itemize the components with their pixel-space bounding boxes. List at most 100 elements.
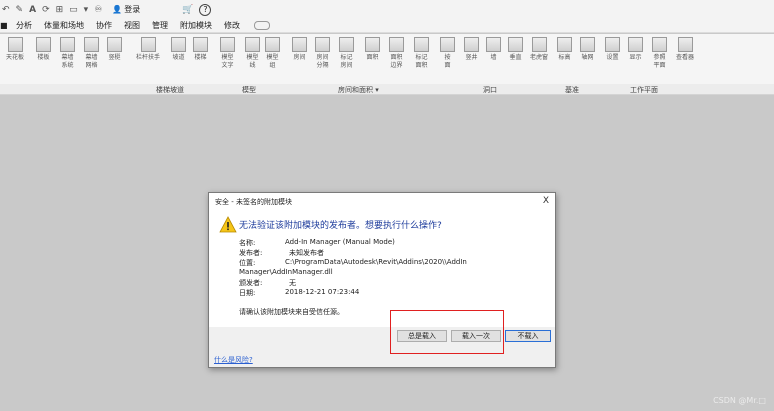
risk-link[interactable]: 什么是风险? xyxy=(214,355,253,365)
ribbon-tool-icon xyxy=(171,37,186,52)
ribbon-tool-icon xyxy=(220,37,235,52)
ribbon-toggle-button[interactable] xyxy=(254,21,270,30)
ribbon-tool-icon xyxy=(414,37,429,52)
ribbon-tool[interactable]: 坡道 xyxy=(171,37,186,62)
help-icon[interactable]: ? xyxy=(199,3,212,16)
tab-analyze[interactable]: 分析 xyxy=(10,20,38,31)
ribbon-tool[interactable]: 按 面 xyxy=(440,37,455,70)
tab-massing-site[interactable]: 体量和场地 xyxy=(38,20,90,31)
tab-modify[interactable]: 修改 xyxy=(218,20,246,31)
close-views-icon[interactable]: ▭ xyxy=(69,5,78,15)
tab-view[interactable]: 视图 xyxy=(118,20,146,31)
ribbon-tool[interactable]: 老虎窗 xyxy=(530,37,548,62)
ribbon-tool[interactable]: 幕墙 系统 xyxy=(60,37,75,70)
sync-icon[interactable]: ⟳ xyxy=(42,5,50,15)
ribbon-tool-icon xyxy=(292,37,307,52)
ribbon-panel-label[interactable]: 工作平面 xyxy=(630,85,658,95)
text-icon[interactable]: A xyxy=(29,5,36,15)
close-icon[interactable]: X xyxy=(543,196,549,206)
ribbon-tool-label: 标记 面积 xyxy=(415,54,428,69)
ribbon-tool-icon xyxy=(339,37,354,52)
ribbon-tool-label: 查看器 xyxy=(676,54,695,61)
measure-icon[interactable]: ⊞ xyxy=(56,5,64,15)
ribbon-tool[interactable]: 墙 xyxy=(486,37,501,62)
undo-icon[interactable]: ↶ xyxy=(2,5,10,15)
ribbon-tool[interactable]: 竖梃 xyxy=(107,37,122,62)
ribbon-tool[interactable]: 房间 xyxy=(292,37,307,62)
ribbon-tool-label: 面积 xyxy=(366,54,379,61)
tab-manage[interactable]: 管理 xyxy=(146,20,174,31)
ribbon-tool[interactable]: 模型 文字 xyxy=(220,37,235,70)
ribbon-tool[interactable]: 面积 边界 xyxy=(389,37,404,70)
login-button[interactable]: 👤 登录 xyxy=(112,4,140,15)
ribbon-tool-label: 楼梯 xyxy=(194,54,207,61)
ribbon-tool[interactable]: 模型 组 xyxy=(265,37,280,70)
ribbon-tool-icon xyxy=(365,37,380,52)
field-date-value: 2018-12-21 07:23:44 xyxy=(285,288,360,296)
ribbon-tool-icon xyxy=(531,37,547,52)
ribbon-tool-icon xyxy=(677,37,693,52)
ribbon-tool-icon xyxy=(557,37,572,52)
ribbon-tool-label: 模型 组 xyxy=(266,54,279,69)
ribbon-tool-label: 模型 文字 xyxy=(221,54,234,69)
menu-tabs: ■ 分析 体量和场地 协作 视图 管理 附加模块 修改 xyxy=(0,19,774,33)
ribbon-tool-icon xyxy=(36,37,51,52)
field-location-cont: Manager\AddInManager.dll xyxy=(239,268,333,276)
ribbon-tool-icon xyxy=(245,37,260,52)
user-icon: 👤 xyxy=(112,5,123,14)
binoculars-icon[interactable]: ♾ xyxy=(94,5,102,15)
ribbon-tool[interactable]: 垂直 xyxy=(508,37,523,62)
pen-icon[interactable]: ✎ xyxy=(16,5,24,15)
tab-collaborate[interactable]: 协作 xyxy=(90,20,118,31)
ribbon-tool[interactable]: 模型 线 xyxy=(245,37,260,70)
ribbon-tool-label: 房间 分隔 xyxy=(316,54,329,69)
ribbon-tool-label: 天花板 xyxy=(6,54,25,61)
ribbon-tool[interactable]: 轴网 xyxy=(580,37,595,62)
ribbon-tool-icon xyxy=(508,37,523,52)
ribbon-panel-label[interactable]: 基准 xyxy=(565,85,579,95)
ribbon-tool[interactable]: 标记 房间 xyxy=(339,37,354,70)
ribbon-tool-label: 坡道 xyxy=(172,54,185,61)
ribbon-panel-label[interactable]: 模型 xyxy=(242,85,256,95)
ribbon-tool[interactable]: 竖井 xyxy=(464,37,479,62)
ribbon-tool[interactable]: 楼板 xyxy=(36,37,51,62)
ribbon-panel-label[interactable]: 洞口 xyxy=(483,85,497,95)
ribbon-tool-icon xyxy=(389,37,404,52)
ribbon-tool[interactable]: 查看器 xyxy=(676,37,694,62)
ribbon-tool[interactable]: 天花板 xyxy=(6,37,24,62)
dropdown-icon[interactable]: ▾ xyxy=(84,5,89,15)
field-issuer-value: 无 xyxy=(289,279,296,287)
ribbon-tool-label: 标记 房间 xyxy=(340,54,353,69)
annotation-highlight-box xyxy=(390,310,504,354)
ribbon-tool-label: 墙 xyxy=(490,54,497,61)
field-name-key: 名称: xyxy=(239,239,256,247)
ribbon-tool-label: 模型 线 xyxy=(246,54,259,69)
tab-partial[interactable]: ■ xyxy=(0,21,10,30)
dialog-heading: 无法验证该附加模块的发布者。想要执行什么操作? xyxy=(239,221,442,231)
ribbon-panel-label[interactable]: 楼梯坡道 xyxy=(156,85,184,95)
ribbon-tool[interactable]: 标记 面积 xyxy=(414,37,429,70)
ribbon-tool[interactable]: 显示 xyxy=(628,37,643,62)
ribbon-tool[interactable]: 标高 xyxy=(557,37,572,62)
watermark: CSDN @Mr.□ xyxy=(713,396,766,405)
ribbon-tool-label: 竖梃 xyxy=(108,54,121,61)
ribbon-tool-icon xyxy=(315,37,330,52)
tab-addins[interactable]: 附加模块 xyxy=(174,20,218,31)
ribbon-tool-label: 房间 xyxy=(293,54,306,61)
ribbon-tool[interactable]: 楼梯 xyxy=(193,37,208,62)
ribbon-tool-label: 标高 xyxy=(558,54,571,61)
ribbon-tool-label: 轴网 xyxy=(581,54,594,61)
dont-load-button[interactable]: 不载入 xyxy=(505,330,551,342)
ribbon-tool[interactable]: 面积 xyxy=(365,37,380,62)
ribbon-tool-label: 老虎窗 xyxy=(530,54,549,61)
ribbon-tool[interactable]: 幕墙 网格 xyxy=(84,37,99,70)
ribbon-tool[interactable]: 设置 xyxy=(605,37,620,62)
ribbon-tool[interactable]: 参照 平面 xyxy=(652,37,667,70)
ribbon-panel-label[interactable]: 房间和面积 ▾ xyxy=(338,85,379,95)
ribbon-tool-icon xyxy=(107,37,122,52)
cart-icon[interactable]: 🛒 xyxy=(182,5,193,15)
ribbon-tool[interactable]: 栏杆扶手 xyxy=(136,37,160,62)
ribbon-tool-icon xyxy=(140,37,156,52)
dialog-title: 安全 - 未签名的附加模块 xyxy=(209,193,555,210)
ribbon-tool[interactable]: 房间 分隔 xyxy=(315,37,330,70)
